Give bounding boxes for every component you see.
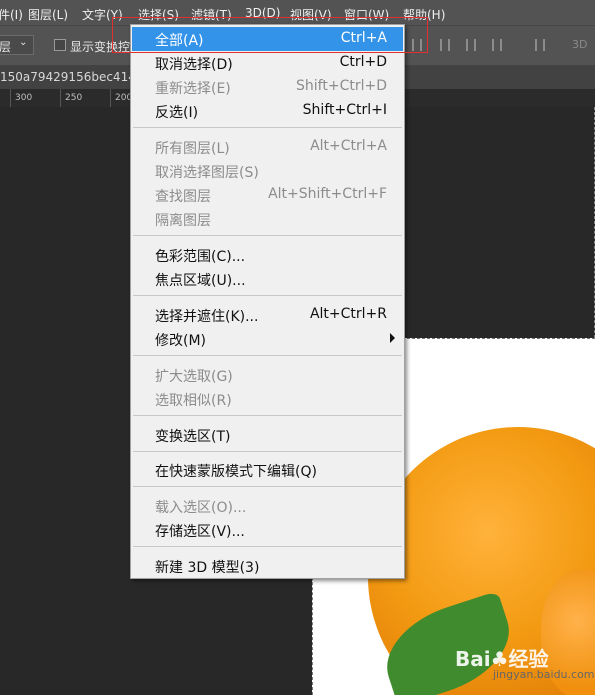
menu-item-deselect-layers[interactable]: 取消选择图层(S) bbox=[132, 159, 403, 183]
menu-item-label: 所有图层(L) bbox=[155, 141, 230, 157]
auto-select-dropdown[interactable]: 层 ⌄ bbox=[0, 35, 34, 55]
annotation-highlight-box bbox=[112, 17, 428, 53]
menu-item-label: 变换选区(T) bbox=[155, 429, 231, 445]
ruler-tick bbox=[10, 89, 11, 107]
menu-item-shortcut: Alt+Ctrl+A bbox=[310, 138, 387, 154]
menu-item-transform-selection[interactable]: 变换选区(T) bbox=[132, 423, 403, 447]
menu-item-reselect[interactable]: 重新选择(E) Shift+Ctrl+D bbox=[132, 75, 403, 99]
menu-item-shortcut: Ctrl+D bbox=[339, 54, 387, 70]
menu-separator bbox=[133, 451, 402, 452]
menu-item-label: 在快速蒙版模式下编辑(Q) bbox=[155, 464, 317, 480]
menu-item-modify[interactable]: 修改(M) bbox=[132, 327, 403, 351]
ruler-tick bbox=[60, 89, 61, 107]
menu-item-label: 修改(M) bbox=[155, 333, 207, 349]
show-transform-checkbox[interactable] bbox=[54, 39, 66, 51]
menu-item-grow[interactable]: 扩大选取(G) bbox=[132, 363, 403, 387]
ruler-label-300: 300 bbox=[15, 93, 33, 103]
menu-item-similar[interactable]: 选取相似(R) bbox=[132, 387, 403, 411]
menu-item-label: 新建 3D 模型(3) bbox=[155, 560, 260, 576]
menu-separator bbox=[133, 355, 402, 356]
menu-separator bbox=[133, 486, 402, 487]
select-dropdown-menu: 全部(A) Ctrl+A 取消选择(D) Ctrl+D 重新选择(E) Shif… bbox=[130, 24, 405, 579]
menu-item-label: 反选(I) bbox=[155, 105, 199, 121]
menu-separator bbox=[133, 127, 402, 128]
menu-item-shortcut: Alt+Shift+Ctrl+F bbox=[268, 186, 387, 202]
ruler-tick bbox=[110, 89, 111, 107]
menu-item-find-layers[interactable]: 查找图层 Alt+Shift+Ctrl+F bbox=[132, 183, 403, 207]
menu-separator bbox=[133, 415, 402, 416]
menu-item-shortcut: Alt+Ctrl+R bbox=[309, 306, 387, 322]
menu-item-label: 取消选择(D) bbox=[155, 57, 233, 73]
menu-item-shortcut: Shift+Ctrl+I bbox=[302, 102, 387, 118]
menu-layer[interactable]: 图层(L) bbox=[28, 6, 68, 23]
menu-item-label: 重新选择(E) bbox=[155, 81, 231, 97]
menu-item-label: 色彩范围(C)... bbox=[155, 249, 246, 265]
menu-item-color-range[interactable]: 色彩范围(C)... bbox=[132, 243, 403, 267]
menu-separator bbox=[133, 546, 402, 547]
align-center-icon[interactable] bbox=[440, 39, 450, 51]
menu-item-deselect[interactable]: 取消选择(D) Ctrl+D bbox=[132, 51, 403, 75]
menu-item-all-layers[interactable]: 所有图层(L) Alt+Ctrl+A bbox=[132, 135, 403, 159]
menu-separator bbox=[133, 295, 402, 296]
menu-item-inverse[interactable]: 反选(I) Shift+Ctrl+I bbox=[132, 99, 403, 123]
align-top-icon[interactable] bbox=[492, 39, 502, 51]
menu-file[interactable]: 件(I) bbox=[0, 6, 23, 23]
menu-item-new-3d-model[interactable]: 新建 3D 模型(3) bbox=[132, 554, 403, 578]
submenu-arrow-icon bbox=[390, 333, 395, 343]
menu-item-label: 载入选区(O)... bbox=[155, 500, 247, 516]
menu-item-shortcut: Shift+Ctrl+D bbox=[296, 78, 387, 94]
menu-separator bbox=[133, 235, 402, 236]
menu-item-quick-mask[interactable]: 在快速蒙版模式下编辑(Q) bbox=[132, 458, 403, 482]
menu-item-label: 焦点区域(U)... bbox=[155, 273, 246, 289]
menu-item-select-and-mask[interactable]: 选择并遮住(K)... Alt+Ctrl+R bbox=[132, 303, 403, 327]
watermark-url: jingyan.baidu.com bbox=[493, 668, 595, 681]
distribute-icon[interactable] bbox=[535, 39, 545, 51]
menu-item-label: 查找图层 bbox=[155, 189, 211, 205]
menu-item-focus-area[interactable]: 焦点区域(U)... bbox=[132, 267, 403, 291]
menu-item-load-selection[interactable]: 载入选区(O)... bbox=[132, 494, 403, 518]
menu-item-label: 选取相似(R) bbox=[155, 393, 232, 409]
chevron-down-icon: ⌄ bbox=[19, 37, 28, 48]
auto-select-value: 层 bbox=[0, 40, 12, 54]
menu-item-save-selection[interactable]: 存储选区(V)... bbox=[132, 518, 403, 542]
menu-item-label: 选择并遮住(K)... bbox=[155, 309, 259, 325]
three-d-mode-label: 3D bbox=[572, 38, 588, 51]
ruler-label-250: 250 bbox=[65, 93, 83, 103]
menu-item-isolate-layers[interactable]: 隔离图层 bbox=[132, 207, 403, 231]
align-right-icon[interactable] bbox=[466, 39, 476, 51]
menu-item-label: 取消选择图层(S) bbox=[155, 165, 259, 181]
menu-item-label: 存储选区(V)... bbox=[155, 524, 245, 540]
menu-item-label: 隔离图层 bbox=[155, 213, 211, 229]
menu-item-label: 扩大选取(G) bbox=[155, 369, 233, 385]
document-tab[interactable]: 150a79429156bec41406 bbox=[0, 70, 151, 84]
